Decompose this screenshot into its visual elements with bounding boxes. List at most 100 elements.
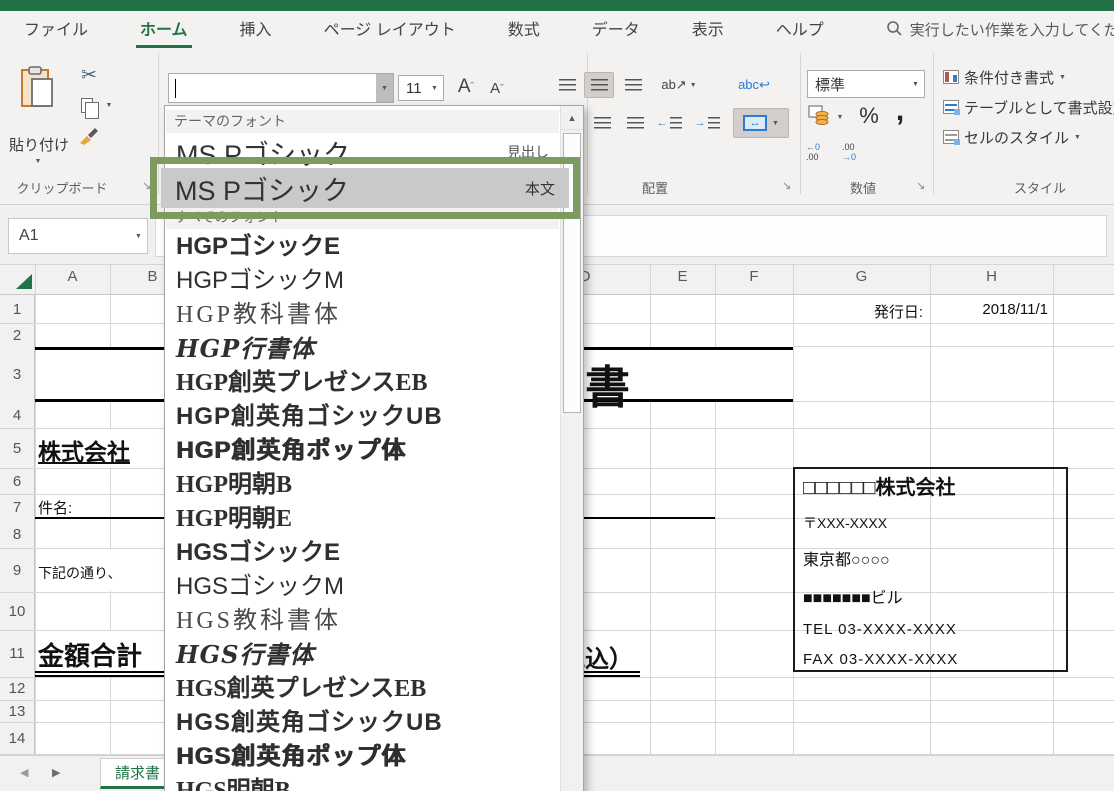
row-header[interactable]: 9	[0, 548, 34, 592]
column-header[interactable]: E	[650, 268, 715, 292]
font-item[interactable]: HGS創英プレゼンスEB	[166, 672, 559, 706]
align-left-button[interactable]	[587, 110, 617, 136]
row-header[interactable]: 10	[0, 592, 34, 630]
font-item[interactable]: HGP創英角ゴシックUB	[166, 400, 559, 434]
font-item[interactable]: HGP明朝E	[166, 502, 559, 536]
align-right-button[interactable]	[620, 110, 650, 136]
font-item-theme-body-selected[interactable]: MS Pゴシック 本文	[161, 168, 569, 208]
bottom-align-button[interactable]	[618, 72, 648, 98]
row-header[interactable]: 5	[0, 428, 34, 468]
name-box-dropdown-arrow-icon[interactable]: ▼	[130, 219, 147, 253]
font-item[interactable]: HGSゴシックM	[166, 570, 559, 604]
column-header[interactable]: G	[793, 268, 930, 292]
number-format-combobox[interactable]: 標準 ▼	[807, 70, 925, 98]
row-header[interactable]: 8	[0, 520, 34, 548]
font-item[interactable]: HGS創英角ポップ体	[166, 740, 559, 774]
row-header[interactable]: 11	[0, 630, 34, 677]
font-size-dropdown-arrow-icon[interactable]: ▼	[426, 76, 443, 100]
top-align-icon	[559, 79, 576, 91]
coins-icon	[808, 105, 830, 130]
paste-dropdown-arrow-icon[interactable]: ▼	[30, 156, 46, 166]
font-item[interactable]: HGSゴシックE	[166, 536, 559, 570]
font-item[interactable]: HGS明朝B	[166, 774, 559, 791]
tab-home[interactable]: ホーム	[136, 11, 192, 48]
alignment-dialog-launcher-icon[interactable]: ↘	[782, 179, 791, 192]
name-box-value: A1	[9, 227, 130, 245]
font-name-dropdown-arrow-icon[interactable]: ▼	[376, 74, 393, 102]
row-header[interactable]: 3	[0, 347, 34, 402]
column-header[interactable]: F	[715, 268, 793, 292]
merge-center-button[interactable]: ↔ ▼	[733, 108, 789, 138]
decrease-indent-button[interactable]: ←	[652, 110, 686, 136]
number-format-dropdown-arrow-icon[interactable]: ▼	[907, 71, 924, 97]
font-item[interactable]: HGPゴシックE	[166, 230, 559, 264]
next-sheet-icon[interactable]: ▶	[52, 766, 60, 779]
font-item[interactable]: HGP明朝B	[166, 468, 559, 502]
currency-dropdown-arrow-icon[interactable]: ▼	[834, 112, 846, 122]
row-header[interactable]: 4	[0, 402, 34, 428]
increase-font-size-button[interactable]: Aˆ	[452, 73, 480, 101]
scrollbar-up-icon[interactable]: ▲	[561, 106, 583, 130]
copy-button[interactable]	[76, 94, 98, 116]
name-box[interactable]: A1 ▼	[8, 218, 148, 254]
select-all-icon[interactable]	[16, 274, 32, 289]
tell-me-search[interactable]: 実行したい作業を入力してください	[886, 11, 1114, 48]
prev-sheet-icon[interactable]: ◀	[20, 766, 28, 779]
row-header[interactable]: 7	[0, 494, 34, 520]
format-as-table-button[interactable]: テーブルとして書式設定	[943, 94, 1114, 120]
row-header[interactable]: 1	[0, 295, 34, 323]
format-painter-button[interactable]	[74, 124, 104, 150]
font-item[interactable]: HGS教科書体	[166, 604, 559, 638]
increase-indent-button[interactable]: →	[690, 110, 724, 136]
note-cell[interactable]: 下記の通り、	[38, 563, 121, 583]
issue-date-value-cell[interactable]: 2018/11/1	[930, 301, 1048, 318]
tab-page-layout[interactable]: ページ レイアウト	[320, 11, 460, 48]
copy-dropdown-arrow-icon[interactable]: ▼	[102, 100, 116, 110]
row-header[interactable]: 12	[0, 677, 34, 700]
conditional-formatting-button[interactable]: 条件付き書式 ▼	[943, 64, 1066, 90]
cell-styles-button[interactable]: セルのスタイル ▼	[943, 124, 1081, 150]
tab-view[interactable]: 表示	[688, 11, 728, 48]
decrease-font-size-button[interactable]: Aˇ	[484, 76, 510, 101]
font-name-combobox[interactable]: ▼	[168, 73, 394, 103]
number-format-value: 標準	[808, 74, 907, 95]
subject-label-cell[interactable]: 件名:	[38, 497, 72, 518]
total-label-cell[interactable]: 金額合計	[38, 636, 142, 673]
column-header[interactable]: H	[930, 268, 1053, 292]
wrap-text-button[interactable]: abc↩	[730, 70, 778, 100]
client-name-cell[interactable]: 株式会社	[38, 433, 130, 467]
row-header[interactable]: 13	[0, 700, 34, 722]
font-item[interactable]: HGP行書体	[166, 332, 559, 366]
comma-style-button[interactable]: ,	[890, 96, 910, 126]
paste-button[interactable]	[14, 62, 60, 118]
tab-formulas[interactable]: 数式	[504, 11, 544, 48]
top-align-button[interactable]	[552, 72, 582, 98]
tab-data[interactable]: データ	[588, 11, 644, 48]
font-item[interactable]: HGP創英プレゼンスEB	[166, 366, 559, 400]
company-info-box[interactable]: □□□□□□株式会社 〒XXX-XXXX 東京都○○○○ ■■■■■■■ビル T…	[793, 467, 1068, 672]
row-header[interactable]: 14	[0, 722, 34, 755]
currency-format-button[interactable]	[806, 105, 832, 129]
font-item[interactable]: HGPゴシックM	[166, 264, 559, 298]
font-item[interactable]: HGS行書体	[166, 638, 559, 672]
tab-help[interactable]: ヘルプ	[772, 11, 828, 48]
font-item[interactable]: HGP創英角ポップ体	[166, 434, 559, 468]
middle-align-button[interactable]	[584, 72, 614, 98]
cut-button[interactable]: ✂	[74, 62, 104, 88]
tab-file[interactable]: ファイル	[20, 11, 92, 48]
orientation-button[interactable]: ab↗▼	[655, 72, 703, 98]
font-item[interactable]: HGS創英角ゴシックUB	[166, 706, 559, 740]
percent-style-button[interactable]: %	[854, 102, 884, 130]
issue-date-label-cell[interactable]: 発行日:	[793, 301, 923, 322]
row-header[interactable]: 6	[0, 468, 34, 494]
increase-decimal-button[interactable]: .00 →0	[842, 140, 872, 164]
font-item[interactable]: HGP教科書体	[166, 298, 559, 332]
font-size-value: 11	[399, 80, 426, 97]
paste-label[interactable]: 貼り付け	[4, 134, 74, 155]
tab-insert[interactable]: 挿入	[236, 11, 276, 48]
row-header[interactable]: 2	[0, 323, 34, 347]
font-size-combobox[interactable]: 11 ▼	[398, 75, 444, 101]
column-header[interactable]: A	[35, 268, 110, 292]
decrease-decimal-button[interactable]: ←0 .00	[806, 140, 836, 164]
number-dialog-launcher-icon[interactable]: ↘	[916, 179, 925, 192]
